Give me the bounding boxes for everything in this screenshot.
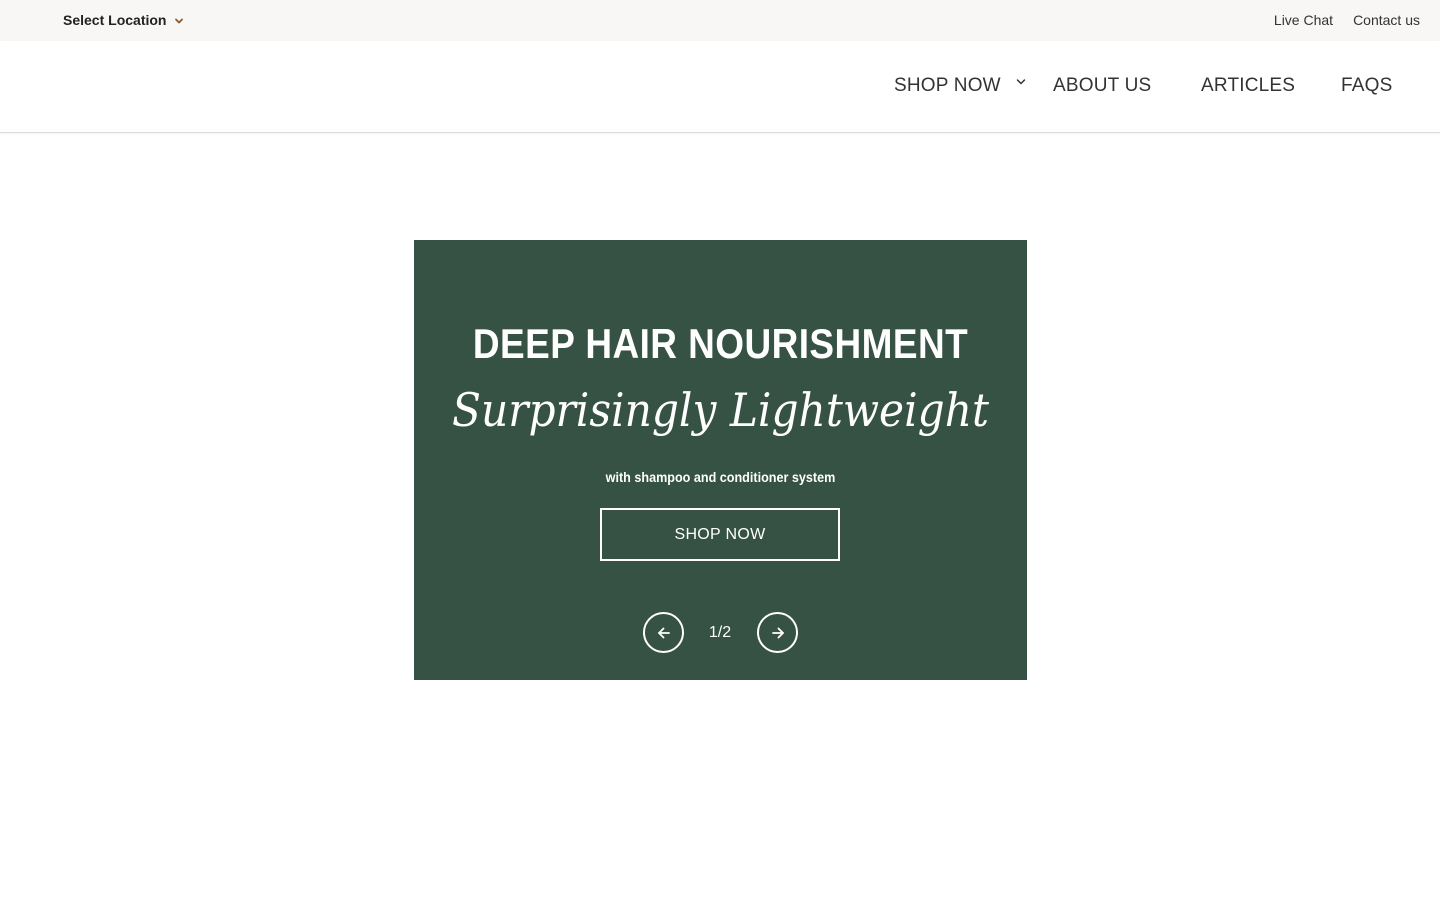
hero-heading: DEEP HAIR NOURISHMENT [472,320,969,367]
slider-prev-button[interactable] [643,612,684,653]
main-header: SHOP NOW ABOUT US ARTICLES FAQS [0,41,1440,133]
nav-item-articles[interactable]: ARTICLES [1201,74,1295,98]
slider-next-button[interactable] [757,612,798,653]
location-selector[interactable]: Select Location [63,12,184,29]
shop-now-button[interactable]: SHOP NOW [600,508,840,561]
nav-item-label: ARTICLES [1201,75,1296,96]
logo-area[interactable] [60,61,280,111]
nav-item-shop-now[interactable]: SHOP NOW [894,74,1027,98]
main-nav: SHOP NOW ABOUT US ARTICLES FAQS [880,41,1440,133]
chevron-down-icon [1015,76,1027,88]
nav-item-label: ABOUT US [1053,75,1152,96]
nav-item-faqs[interactable]: FAQS [1341,74,1392,98]
nav-item-label: FAQS [1341,75,1393,96]
utility-links: Live Chat Contact us [1274,12,1420,29]
utility-bar: Select Location Live Chat Contact us [0,0,1440,41]
live-chat-link[interactable]: Live Chat [1274,12,1333,29]
chevron-down-icon [174,16,184,26]
slider-controls: 1/2 [414,612,1027,653]
nav-item-about-us[interactable]: ABOUT US [1053,74,1151,98]
hero-tagline: with shampoo and conditioner system [605,469,836,485]
slide-counter: 1/2 [708,624,732,641]
contact-us-link[interactable]: Contact us [1353,12,1420,29]
hero-subheading: Surprisingly Lightweight [452,383,989,437]
arrow-left-icon [656,625,672,641]
location-label: Select Location [63,12,167,28]
arrow-right-icon [770,625,786,641]
hero-slide: DEEP HAIR NOURISHMENT Surprisingly Light… [414,240,1027,680]
nav-item-label: SHOP NOW [894,75,1001,96]
